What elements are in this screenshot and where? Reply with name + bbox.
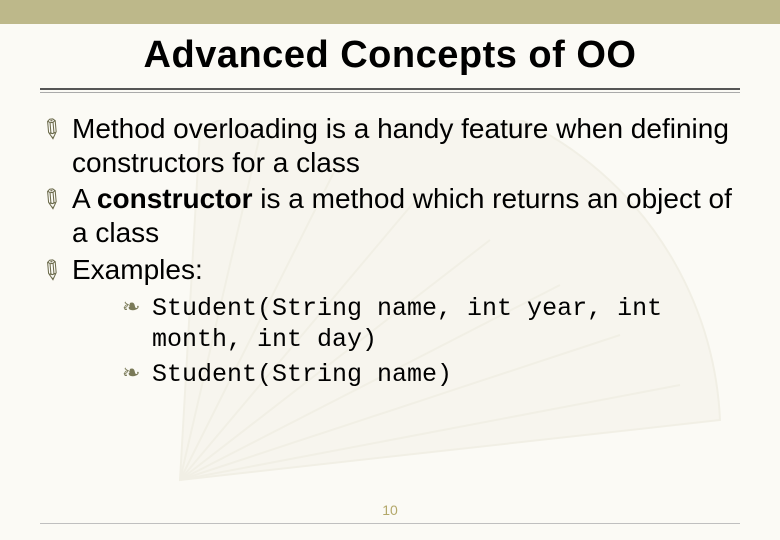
bullet-text-before: A xyxy=(72,183,97,214)
page-number: 10 xyxy=(0,502,780,518)
leaf-icon: ❧ xyxy=(122,293,140,321)
page-title: Advanced Concepts of OO xyxy=(0,34,780,77)
bullet-item: ✎ Examples: ❧ Student(String name, int y… xyxy=(38,253,738,391)
feather-icon: ✎ xyxy=(32,111,69,149)
feather-icon: ✎ xyxy=(32,181,69,219)
bullet-item: ✎ Method overloading is a handy feature … xyxy=(38,112,738,180)
feather-icon: ✎ xyxy=(32,251,69,289)
main-bullet-list: ✎ Method overloading is a handy feature … xyxy=(38,112,738,395)
title-underline xyxy=(40,88,740,90)
leaf-icon: ❧ xyxy=(122,359,140,387)
footer-rule xyxy=(40,523,740,524)
bullet-text: Method overloading is a handy feature wh… xyxy=(72,113,729,178)
sub-bullet-list: ❧ Student(String name, int year, int mon… xyxy=(72,293,738,391)
code-text: Student(String name) xyxy=(152,360,452,389)
bullet-item: ✎ A constructor is a method which return… xyxy=(38,182,738,250)
sub-bullet-item: ❧ Student(String name, int year, int mon… xyxy=(118,293,738,356)
bullet-text-bold: constructor xyxy=(97,183,253,214)
code-text: Student(String name, int year, int month… xyxy=(152,294,662,354)
bullet-text: Examples: xyxy=(72,254,203,285)
sub-bullet-item: ❧ Student(String name) xyxy=(118,359,738,390)
title-underline-thin xyxy=(40,92,740,93)
top-decorative-band xyxy=(0,0,780,24)
